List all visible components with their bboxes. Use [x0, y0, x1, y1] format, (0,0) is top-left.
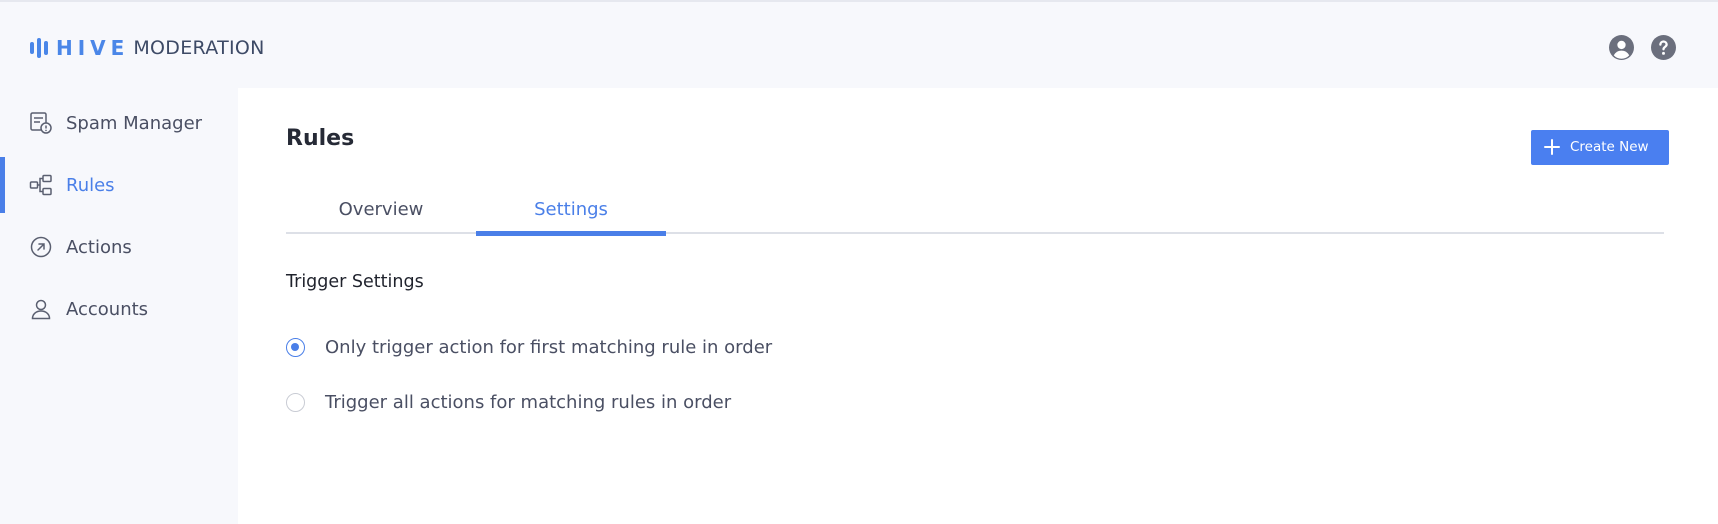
sidebar-item-label: Actions [66, 236, 132, 258]
hive-moderation-logo[interactable]: HIVE MODERATION [30, 36, 265, 60]
radio-button[interactable] [286, 392, 305, 412]
plus-icon [1544, 139, 1560, 155]
rules-icon [29, 174, 52, 196]
page-title: Rules [286, 126, 355, 151]
radio-option-all-matching[interactable]: Trigger all actions for matching rules i… [286, 389, 731, 415]
radio-button-checked[interactable] [286, 337, 305, 357]
spam-manager-icon [30, 112, 52, 134]
sidebar-item-label: Accounts [66, 298, 149, 320]
logo-text-moderation: MODERATION [133, 37, 265, 59]
actions-icon [30, 236, 52, 258]
create-new-label: Create New [1570, 139, 1649, 155]
create-new-button[interactable]: Create New [1531, 130, 1669, 165]
sidebar-item-spam-manager[interactable]: Spam Manager [0, 95, 238, 151]
radio-label: Trigger all actions for matching rules i… [325, 391, 732, 413]
tab-settings[interactable]: Settings [476, 184, 666, 236]
sidebar: Spam Manager Rules Actions Accounts [0, 88, 238, 524]
tab-overview[interactable]: Overview [286, 184, 476, 234]
account-icon[interactable] [1609, 35, 1634, 60]
sidebar-item-actions[interactable]: Actions [0, 219, 238, 275]
main-content: Rules Create New Overview Settings Trigg… [238, 88, 1718, 524]
trigger-settings-title: Trigger Settings [286, 272, 424, 292]
sidebar-item-label: Spam Manager [66, 112, 203, 134]
top-bar: HIVE MODERATION [0, 0, 1718, 88]
sidebar-item-label: Rules [66, 174, 115, 196]
help-icon[interactable] [1651, 35, 1676, 60]
radio-label: Only trigger action for first matching r… [325, 336, 773, 358]
tab-bar: Overview Settings [286, 184, 1664, 236]
sidebar-item-accounts[interactable]: Accounts [0, 281, 238, 337]
hive-logo-icon [30, 38, 48, 58]
radio-option-first-matching[interactable]: Only trigger action for first matching r… [286, 334, 772, 360]
sidebar-item-rules[interactable]: Rules [0, 157, 238, 213]
accounts-icon [31, 299, 51, 320]
logo-text-hive: HIVE [56, 36, 130, 60]
